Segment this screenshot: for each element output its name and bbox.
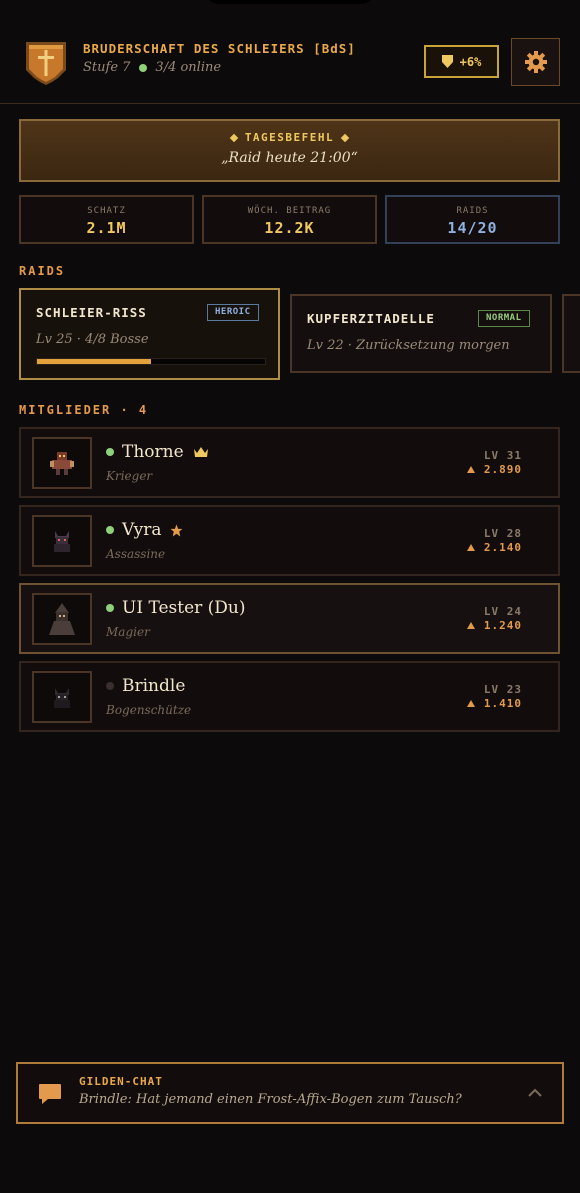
offline-indicator — [106, 682, 114, 690]
member-row-self[interactable]: UI Tester (Du) Magier LV 24 1.240 — [19, 583, 560, 654]
raid-difficulty-badge: HEROIC — [207, 304, 259, 321]
member-class: Assassine — [106, 547, 166, 561]
star-icon — [171, 524, 183, 536]
member-level: LV 28 — [483, 527, 522, 540]
online-indicator — [106, 526, 114, 534]
member-level: LV 23 — [483, 683, 522, 696]
assassin-avatar-icon — [54, 531, 70, 552]
member-power-value: 2.890 — [483, 463, 522, 476]
diamond-icon — [229, 133, 239, 142]
member-level: LV 31 — [483, 449, 522, 462]
raid-name: SCHLEIER-RISS — [36, 305, 147, 320]
guild-online-count: 3/4 online — [155, 60, 222, 75]
raid-card-peek[interactable] — [562, 294, 580, 373]
member-power-value: 1.240 — [483, 619, 522, 632]
member-avatar — [32, 515, 92, 567]
member-row[interactable]: Thorne Krieger LV 31 2.890 — [19, 427, 560, 498]
raid-card[interactable]: KUPFERZITADELLE NORMAL Lv 22 · Zurückset… — [290, 294, 552, 373]
member-avatar — [32, 671, 92, 723]
warrior-avatar-icon — [50, 452, 74, 475]
guild-level: Stufe 7 — [83, 60, 131, 75]
guild-crest-icon — [26, 42, 66, 85]
member-class: Krieger — [106, 469, 153, 483]
raid-progress-bar — [36, 358, 266, 365]
gear-icon — [524, 51, 547, 73]
stat-treasury: SCHATZ 2.1M — [19, 195, 194, 244]
raid-progress-fill — [37, 359, 151, 364]
raid-difficulty-badge: NORMAL — [478, 310, 530, 327]
archer-avatar-icon — [54, 688, 70, 708]
power-arrow-icon — [466, 466, 475, 473]
member-class: Bogenschütze — [106, 703, 192, 717]
guild-chat-title: GILDEN-CHAT — [79, 1075, 163, 1088]
raid-card[interactable]: SCHLEIER-RISS HEROIC Lv 25 · 4/8 Bosse — [19, 288, 280, 380]
member-power: 1.410 — [466, 697, 522, 710]
stat-label: RAIDS — [456, 206, 489, 216]
member-name: UI Tester (Du) — [122, 598, 246, 618]
online-indicator — [139, 63, 148, 72]
member-row[interactable]: Brindle Bogenschütze LV 23 1.410 — [19, 661, 560, 732]
member-power: 2.140 — [466, 541, 522, 554]
guild-chat-bar[interactable]: GILDEN-CHAT Brindle: Hat jemand einen Fr… — [16, 1062, 564, 1124]
members-section-title: MITGLIEDER · 4 — [19, 403, 149, 417]
member-power-value: 2.140 — [483, 541, 522, 554]
stat-label: WÖCH. BEITRAG — [247, 206, 332, 216]
chat-bubble-icon — [39, 1084, 61, 1104]
stat-value: 14/20 — [447, 219, 498, 237]
raids-section-title: RAIDS — [19, 264, 66, 278]
member-name: Vyra — [122, 520, 162, 540]
guild-header: BRUDERSCHAFT DES SCHLEIERS [BdS] Stufe 7… — [0, 0, 580, 104]
guild-name: BRUDERSCHAFT DES SCHLEIERS [BdS] — [83, 41, 356, 56]
stat-label: SCHATZ — [87, 206, 126, 216]
power-arrow-icon — [466, 622, 475, 629]
diamond-icon — [340, 133, 350, 142]
guild-chat-last-message: Brindle: Hat jemand einen Frost-Affix-Bo… — [79, 1092, 462, 1107]
member-power: 2.890 — [466, 463, 522, 476]
stat-value: 12.2K — [264, 219, 315, 237]
raid-name: KUPFERZITADELLE — [307, 311, 435, 326]
online-indicator — [106, 604, 114, 612]
guild-bonus-button[interactable]: +6% — [424, 45, 499, 78]
member-name: Brindle — [122, 676, 186, 696]
shield-icon — [441, 55, 453, 68]
online-indicator — [106, 448, 114, 456]
stat-value: 2.1M — [86, 219, 127, 237]
guild-bonus-value: +6% — [459, 54, 482, 69]
member-avatar — [32, 437, 92, 489]
guild-subtitle: Stufe 7 3/4 online — [83, 60, 221, 75]
member-power: 1.240 — [466, 619, 522, 632]
member-avatar — [32, 593, 92, 645]
chevron-up-icon[interactable] — [526, 1084, 544, 1102]
mage-avatar-icon — [49, 603, 75, 635]
member-class: Magier — [106, 625, 150, 639]
daily-order-label: TAGESBEFEHL — [244, 131, 335, 144]
raid-info: Lv 22 · Zurücksetzung morgen — [307, 338, 510, 353]
member-row[interactable]: Vyra Assassine LV 28 2.140 — [19, 505, 560, 576]
power-arrow-icon — [466, 700, 475, 707]
raid-info: Lv 25 · 4/8 Bosse — [36, 332, 149, 347]
daily-order-banner[interactable]: TAGESBEFEHL „Raid heute 21:00“ — [19, 119, 560, 182]
power-arrow-icon — [466, 544, 475, 551]
stat-raids: RAIDS 14/20 — [385, 195, 560, 244]
member-level: LV 24 — [483, 605, 522, 618]
member-power-value: 1.410 — [483, 697, 522, 710]
stat-weekly-contribution: WÖCH. BEITRAG 12.2K — [202, 195, 377, 244]
daily-order-text: „Raid heute 21:00“ — [221, 150, 358, 166]
crown-icon — [193, 447, 208, 457]
settings-button[interactable] — [511, 38, 560, 86]
member-name: Thorne — [122, 442, 184, 462]
